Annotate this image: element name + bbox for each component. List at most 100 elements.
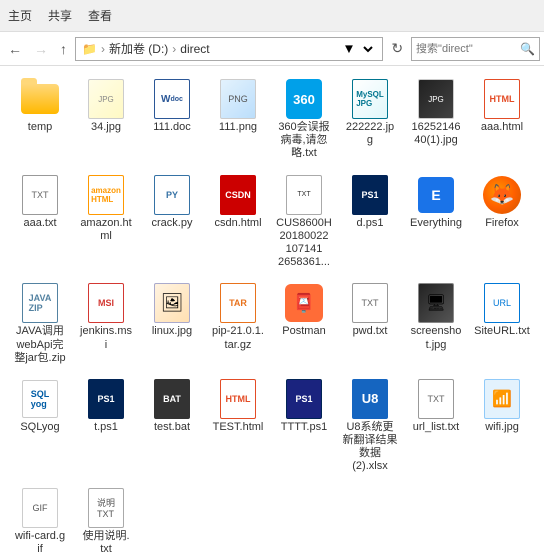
file-label: jenkins.msi xyxy=(80,325,132,351)
file-item[interactable]: TXTurl_list.txt xyxy=(404,374,468,479)
file-item[interactable]: TXTCUS8600H201800221071412658361... xyxy=(272,170,336,275)
file-icon: 360 xyxy=(284,79,324,119)
file-item[interactable]: JPG 34.jpg xyxy=(74,74,138,166)
file-icon: TAR xyxy=(218,283,258,323)
file-item[interactable]: JAVAZIPJAVA调用webApi完整jar包.zip xyxy=(8,278,72,370)
file-label: pwd.txt xyxy=(353,325,388,338)
file-icon: CSDN xyxy=(218,175,258,215)
file-icon: JPG xyxy=(416,79,456,119)
file-item[interactable]: GIFwifi-card.gif xyxy=(8,483,72,553)
menu-bar: 主页 共享 查看 xyxy=(8,7,112,24)
file-item[interactable]: PS1TTTT.ps1 xyxy=(272,374,336,479)
menu-home[interactable]: 主页 xyxy=(8,7,32,24)
file-icon: URL xyxy=(482,283,522,323)
file-item[interactable]: PNG 111.png xyxy=(206,74,270,166)
up-button[interactable]: ↑ xyxy=(56,39,71,59)
file-item[interactable]: SQLyogSQLyog xyxy=(8,374,72,479)
file-label: CUS8600H201800221071412658361... xyxy=(276,217,332,270)
file-label: csdn.html xyxy=(214,217,261,230)
file-item[interactable]: MySQLJPG222222.jpg xyxy=(338,74,402,166)
file-icon: 📶 xyxy=(482,379,522,419)
file-item[interactable]: linux.jpg xyxy=(140,278,204,370)
search-bar: 🔍 xyxy=(411,37,540,61)
back-button[interactable]: ← xyxy=(4,39,26,59)
file-item[interactable]: 360360会误报病毒,请忽略.txt xyxy=(272,74,336,166)
file-item[interactable]: CSDN csdn.html xyxy=(206,170,270,275)
file-item[interactable]: 说明TXT使用说明.txt xyxy=(74,483,138,553)
file-item[interactable]: HTMLTEST.html xyxy=(206,374,270,479)
file-item[interactable]: 📶 wifi.jpg xyxy=(470,374,534,479)
file-icon: BAT xyxy=(152,379,192,419)
file-icon: Wdoc xyxy=(152,79,192,119)
file-label: 1625214640(1).jpg xyxy=(412,121,461,147)
menu-share[interactable]: 共享 xyxy=(48,7,72,24)
file-label: screenshot.jpg xyxy=(411,325,462,351)
file-icon: MSI xyxy=(86,283,126,323)
search-icon[interactable]: 🔍 xyxy=(520,42,535,56)
file-icon: SQLyog xyxy=(20,379,60,419)
file-label: t.ps1 xyxy=(94,421,118,434)
breadcrumb-drive[interactable]: 新加卷 (D:) xyxy=(109,40,168,57)
file-label: JAVA调用webApi完整jar包.zip xyxy=(14,325,65,365)
file-icon: 📮 xyxy=(284,283,324,323)
file-item[interactable]: HTMLaaa.html xyxy=(470,74,534,166)
file-item[interactable]: MSIjenkins.msi xyxy=(74,278,138,370)
file-item[interactable]: amazonHTMLamazon.html xyxy=(74,170,138,275)
breadcrumb-separator: › xyxy=(101,42,105,56)
file-item[interactable]: U8U8系统更新翻译结果数据(2).xlsx xyxy=(338,374,402,479)
forward-button[interactable]: → xyxy=(30,39,52,59)
file-item[interactable]: PS1d.ps1 xyxy=(338,170,402,275)
file-icon: PS1 xyxy=(350,175,390,215)
file-icon: JPG xyxy=(86,79,126,119)
file-item[interactable]: PYcrack.py xyxy=(140,170,204,275)
search-input[interactable] xyxy=(416,43,516,55)
file-icon: U8 xyxy=(350,379,390,419)
file-label: 222222.jpg xyxy=(346,121,394,147)
file-icon: amazonHTML xyxy=(86,175,126,215)
file-icon: HTML xyxy=(218,379,258,419)
file-icon: TXT xyxy=(20,175,60,215)
file-icon: MySQLJPG xyxy=(350,79,390,119)
file-item[interactable]: URLSiteURL.txt xyxy=(470,278,534,370)
menu-view[interactable]: 查看 xyxy=(88,7,112,24)
file-label: url_list.txt xyxy=(413,421,459,434)
file-icon: PNG xyxy=(218,79,258,119)
file-grid: temp JPG 34.jpg Wdoc 111.doc PNG 111.png 360360… xyxy=(0,66,544,553)
file-label: aaa.txt xyxy=(23,217,56,230)
refresh-button[interactable]: ↻ xyxy=(387,38,407,59)
file-label: 34.jpg xyxy=(91,121,121,134)
file-item[interactable]: temp xyxy=(8,74,72,166)
file-item[interactable]: 🦊 Firefox xyxy=(470,170,534,275)
file-icon: HTML xyxy=(482,79,522,119)
file-icon: PY xyxy=(152,175,192,215)
file-item[interactable]: TARpip-21.0.1.tar.gz xyxy=(206,278,270,370)
file-item[interactable]: EEverything xyxy=(404,170,468,275)
file-icon: JAVAZIP xyxy=(20,283,60,323)
file-label: 111.png xyxy=(219,121,257,134)
file-item[interactable]: TXT aaa.txt xyxy=(8,170,72,275)
file-label: test.bat xyxy=(154,421,190,434)
file-label: Firefox xyxy=(485,217,519,230)
file-label: 360会误报病毒,请忽略.txt xyxy=(278,121,329,161)
file-item[interactable]: JPG1625214640(1).jpg xyxy=(404,74,468,166)
file-label: Postman xyxy=(282,325,325,338)
path-dropdown[interactable]: ▼ xyxy=(334,37,376,61)
file-label: 111.doc xyxy=(153,121,191,134)
breadcrumb[interactable]: 📁 › 新加卷 (D:) › direct ▼ xyxy=(75,37,383,61)
address-bar: ← → ↑ 📁 › 新加卷 (D:) › direct ▼ ↻ 🔍 xyxy=(0,32,544,66)
file-item[interactable]: BAT test.bat xyxy=(140,374,204,479)
file-item[interactable]: TXT pwd.txt xyxy=(338,278,402,370)
file-item[interactable]: 🖥screenshot.jpg xyxy=(404,278,468,370)
file-label: wifi-card.gif xyxy=(15,530,65,553)
file-icon: TXT xyxy=(350,283,390,323)
breadcrumb-folder[interactable]: direct xyxy=(180,42,209,56)
file-label: wifi.jpg xyxy=(485,421,519,434)
file-icon: 🖥 xyxy=(416,283,456,323)
file-item[interactable]: PS1t.ps1 xyxy=(74,374,138,479)
file-icon: GIF xyxy=(20,488,60,528)
file-label: linux.jpg xyxy=(152,325,192,338)
file-item[interactable]: Wdoc 111.doc xyxy=(140,74,204,166)
file-label: U8系统更新翻译结果数据(2).xlsx xyxy=(343,421,398,474)
file-icon: 🦊 xyxy=(482,175,522,215)
file-item[interactable]: 📮 Postman xyxy=(272,278,336,370)
